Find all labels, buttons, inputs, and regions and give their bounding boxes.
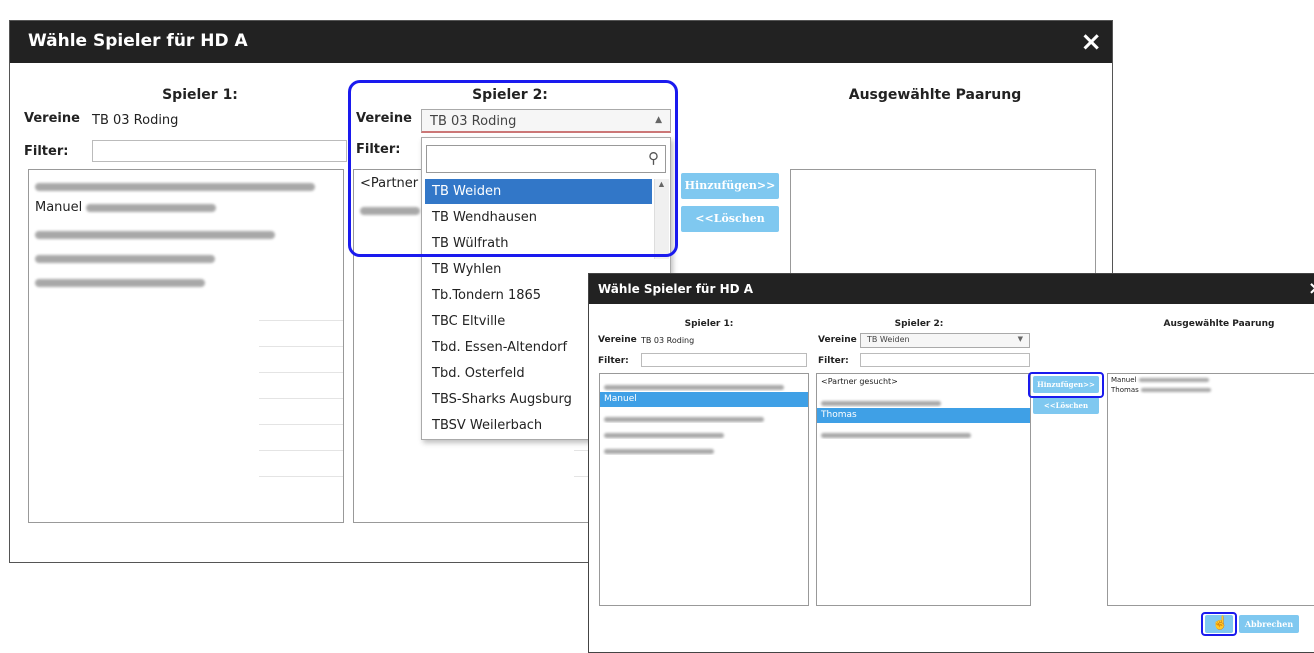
redacted-text bbox=[35, 230, 275, 239]
list-item[interactable]: Manuel bbox=[29, 200, 343, 220]
grid-line bbox=[259, 320, 343, 321]
redacted-text bbox=[604, 449, 714, 454]
list-item[interactable] bbox=[600, 409, 808, 423]
redacted-text bbox=[821, 401, 941, 406]
list-item[interactable] bbox=[29, 248, 343, 268]
player2-header: Spieler 2: bbox=[894, 319, 944, 329]
close-icon[interactable]: × bbox=[1080, 27, 1102, 57]
redacted-text bbox=[604, 417, 764, 422]
redacted-text bbox=[35, 182, 315, 191]
delete-button[interactable]: <<Löschen bbox=[681, 206, 779, 232]
chevron-down-icon: ▼ bbox=[1017, 335, 1023, 343]
player1-list[interactable]: Manuel bbox=[28, 169, 344, 523]
redacted-text bbox=[604, 433, 724, 438]
club-label: Vereine bbox=[598, 335, 637, 345]
grid-line bbox=[259, 372, 343, 373]
select-value: TB Weiden bbox=[867, 335, 910, 344]
list-item-selected[interactable]: Thomas bbox=[817, 408, 1030, 423]
filter-label: Filter: bbox=[598, 356, 629, 366]
player1-list[interactable]: Manuel bbox=[599, 373, 809, 606]
add-button[interactable]: Hinzufügen>> bbox=[681, 173, 779, 199]
close-icon[interactable]: × bbox=[1308, 278, 1314, 299]
player2-club-select[interactable]: TB Weiden ▼ bbox=[860, 333, 1030, 348]
pairing-item: Thomas bbox=[1108, 386, 1314, 396]
player1-filter-input[interactable] bbox=[92, 140, 347, 162]
club-label-2: Vereine bbox=[818, 335, 857, 345]
redacted-text bbox=[1138, 378, 1209, 382]
pairing-header: Ausgewählte Paarung bbox=[1163, 319, 1275, 329]
list-item[interactable] bbox=[29, 272, 343, 292]
highlight-callout bbox=[348, 80, 678, 257]
pairing-list[interactable]: Manuel Thomas bbox=[1107, 373, 1314, 606]
cancel-button[interactable]: Abbrechen bbox=[1239, 615, 1299, 633]
dialog-titlebar: Wähle Spieler für HD A × bbox=[10, 21, 1112, 63]
grid-line bbox=[259, 346, 343, 347]
pairing-header: Ausgewählte Paarung bbox=[848, 87, 1022, 103]
highlight-callout bbox=[1201, 612, 1237, 636]
player-select-dialog-result: Wähle Spieler für HD A × Spieler 1: Spie… bbox=[588, 273, 1314, 653]
pairing-item: Manuel bbox=[1108, 376, 1314, 386]
player1-club-value: TB 03 Roding bbox=[641, 336, 695, 345]
list-item[interactable]: <Partner gesucht> bbox=[817, 377, 1030, 391]
player-name: Manuel bbox=[35, 200, 83, 215]
redacted-text bbox=[1141, 388, 1211, 392]
redacted-text bbox=[35, 254, 215, 263]
list-item[interactable] bbox=[817, 393, 1030, 407]
filter-label-2: Filter: bbox=[818, 356, 849, 366]
filter-label: Filter: bbox=[24, 144, 69, 159]
player1-filter-input[interactable] bbox=[641, 353, 807, 367]
player1-header: Spieler 1: bbox=[162, 87, 238, 103]
dialog-titlebar: Wähle Spieler für HD A × bbox=[589, 274, 1314, 304]
list-item[interactable] bbox=[600, 377, 808, 391]
list-item[interactable] bbox=[600, 441, 808, 455]
grid-line bbox=[259, 424, 343, 425]
player-name: Thomas bbox=[1111, 386, 1139, 394]
player2-filter-input[interactable] bbox=[860, 353, 1030, 367]
highlight-callout bbox=[1028, 372, 1104, 398]
club-label: Vereine bbox=[24, 111, 80, 126]
player1-club-value: TB 03 Roding bbox=[92, 113, 179, 128]
list-item[interactable] bbox=[29, 176, 343, 196]
redacted-text bbox=[604, 385, 784, 390]
list-item[interactable] bbox=[29, 224, 343, 244]
grid-line bbox=[259, 398, 343, 399]
player1-header: Spieler 1: bbox=[684, 319, 734, 329]
dialog-title: Wähle Spieler für HD A bbox=[28, 31, 248, 51]
grid-line bbox=[259, 476, 343, 477]
grid-line bbox=[259, 450, 343, 451]
dialog-title: Wähle Spieler für HD A bbox=[598, 282, 754, 296]
list-item-selected[interactable]: Manuel bbox=[600, 392, 808, 407]
player-name: Manuel bbox=[1111, 376, 1137, 384]
redacted-text bbox=[821, 433, 971, 438]
list-item[interactable] bbox=[817, 425, 1030, 439]
delete-button[interactable]: <<Löschen bbox=[1033, 397, 1099, 414]
redacted-text bbox=[86, 203, 217, 212]
redacted-text bbox=[35, 278, 205, 287]
list-item[interactable] bbox=[600, 425, 808, 439]
player2-list[interactable]: <Partner gesucht> Thomas bbox=[816, 373, 1031, 606]
